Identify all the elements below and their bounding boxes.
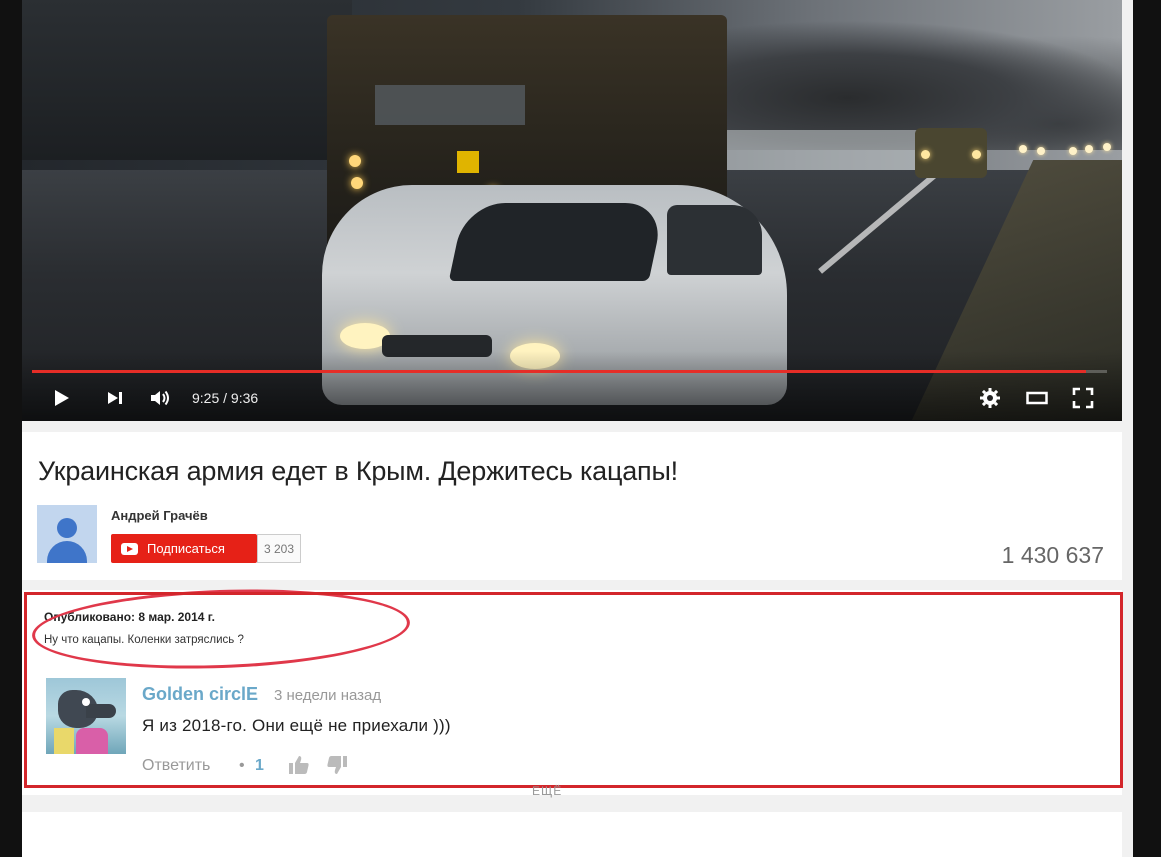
subscribe-button[interactable]: Подписаться <box>111 534 257 563</box>
video-houses <box>22 0 352 160</box>
theater-icon[interactable] <box>1022 384 1052 412</box>
gear-icon[interactable] <box>976 384 1004 412</box>
page: 9:25 / 9:36 Украинская армия едет в Крым… <box>22 0 1133 857</box>
player-controls: 9:25 / 9:36 <box>22 380 1122 416</box>
view-count: 1 430 637 <box>1001 542 1104 568</box>
channel-name[interactable]: Андрей Грачёв <box>111 508 208 523</box>
footer-area <box>22 812 1122 857</box>
video-oncoming-vehicle <box>915 128 987 178</box>
volume-icon[interactable] <box>146 384 176 412</box>
channel-avatar[interactable] <box>37 505 97 563</box>
play-icon[interactable] <box>46 384 76 412</box>
time-display: 9:25 / 9:36 <box>192 390 259 406</box>
video-title: Украинская армия едет в Крым. Держитесь … <box>38 456 678 486</box>
subscriber-count: 3 203 <box>257 534 302 563</box>
next-icon[interactable] <box>102 384 128 412</box>
subscribe-label: Подписаться <box>147 541 225 556</box>
progress-bar[interactable] <box>32 370 1107 373</box>
video-far-lights <box>1007 135 1117 165</box>
video-info-card: Украинская армия едет в Крым. Держитесь … <box>22 432 1122 580</box>
progress-fill <box>32 370 1086 373</box>
youtube-logo-icon <box>121 542 138 555</box>
annotation-highlight-box <box>24 592 1123 788</box>
fullscreen-icon[interactable] <box>1068 384 1098 412</box>
show-more-button[interactable]: ЕЩЁ <box>532 784 562 798</box>
video-player[interactable]: 9:25 / 9:36 <box>22 0 1122 421</box>
